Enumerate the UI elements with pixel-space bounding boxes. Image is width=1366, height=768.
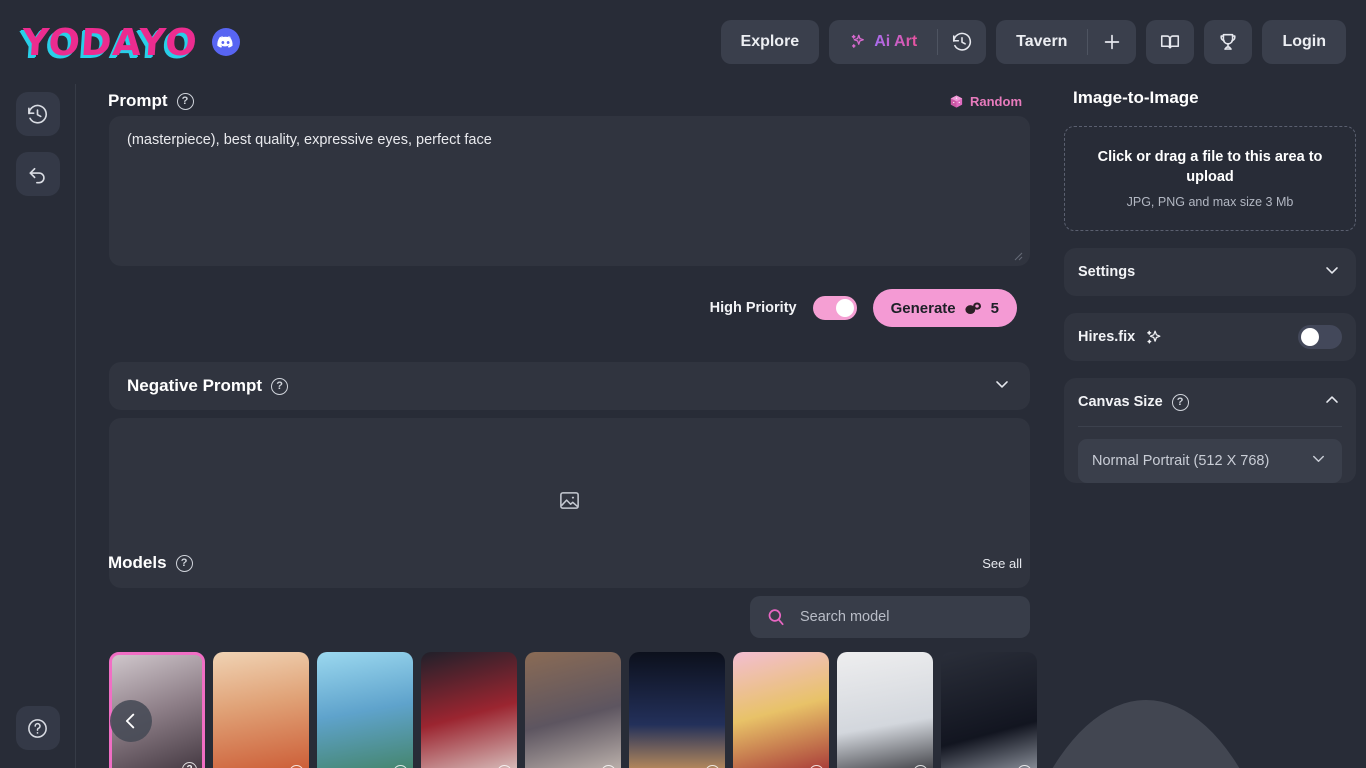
- negative-prompt-title: Negative Prompt: [127, 376, 263, 395]
- help-circle-icon[interactable]: ?: [176, 92, 194, 110]
- hires-fix-label: Hires.fix: [1078, 329, 1136, 345]
- rail-help-icon[interactable]: [15, 706, 60, 750]
- model-search-box[interactable]: [750, 596, 1030, 638]
- canvas-size-row[interactable]: Canvas Size ?: [1078, 378, 1342, 426]
- resize-grip-icon[interactable]: [1011, 249, 1023, 261]
- hires-fix-panel: Hires.fix: [1064, 313, 1356, 361]
- chevron-down-icon[interactable]: [992, 374, 1012, 399]
- model-info-badge[interactable]: ?: [182, 762, 197, 768]
- image-placeholder-icon: [558, 489, 581, 517]
- prompt-header: Prompt ? Random: [76, 84, 1054, 118]
- trophy-icon[interactable]: [1204, 20, 1253, 64]
- upload-main-label: Click or drag a file to this area to upl…: [1097, 148, 1323, 185]
- chevron-down-icon[interactable]: [1322, 260, 1342, 285]
- search-icon: [766, 607, 786, 627]
- models-header: Models ? See all: [76, 546, 1054, 580]
- model-card[interactable]: ?: [213, 652, 309, 768]
- plus-icon[interactable]: [1088, 20, 1136, 64]
- model-card[interactable]: ?: [421, 652, 517, 768]
- rail-history-icon[interactable]: [15, 92, 60, 136]
- explore-button[interactable]: Explore: [720, 20, 820, 64]
- models-carousel[interactable]: ? ? ? ? ? ? ? ? ?: [109, 652, 1054, 768]
- negative-prompt-section[interactable]: Negative Prompt ?: [109, 362, 1030, 410]
- divider: [1078, 426, 1342, 427]
- header-nav: Explore Ai Art Tavern Login: [720, 20, 1346, 64]
- model-card[interactable]: ?: [525, 652, 621, 768]
- prompt-value: (masterpiece), best quality, expressive …: [127, 132, 492, 148]
- canvas-size-label: Canvas Size: [1078, 394, 1163, 410]
- history-icon[interactable]: [938, 20, 986, 64]
- token-coins-icon: [964, 300, 983, 316]
- ai-art-group: Ai Art: [829, 20, 987, 64]
- sparkles-icon: [849, 33, 867, 51]
- chevron-up-icon[interactable]: [1322, 390, 1342, 415]
- sparkles-icon: [1144, 328, 1163, 347]
- ai-art-page: YODAYO Explore Ai Art Tavern Login Promp…: [0, 0, 1366, 768]
- high-priority-toggle[interactable]: [812, 296, 857, 320]
- generate-label: Generate: [890, 299, 956, 317]
- upload-dropzone[interactable]: Click or drag a file to this area to upl…: [1064, 126, 1356, 231]
- login-button[interactable]: Login: [1262, 20, 1346, 64]
- see-all-link[interactable]: See all: [982, 556, 1022, 571]
- model-card[interactable]: ?: [317, 652, 413, 768]
- canvas-size-panel: Canvas Size ? Normal Portrait (512 X 768…: [1064, 378, 1356, 483]
- help-circle-icon[interactable]: ?: [175, 554, 193, 572]
- model-card[interactable]: ?: [941, 652, 1037, 768]
- high-priority-label: High Priority: [709, 300, 797, 316]
- brand-logo[interactable]: YODAYO: [20, 20, 240, 64]
- upload-sub-label: JPG, PNG and max size 3 Mb: [1126, 195, 1294, 210]
- main-column: Prompt ? Random (masterpiece), best qual…: [76, 84, 1302, 768]
- book-icon[interactable]: [1146, 20, 1195, 64]
- left-rail: [0, 84, 76, 768]
- carousel-prev-button[interactable]: [110, 700, 152, 742]
- canvas-size-select[interactable]: Normal Portrait (512 X 768): [1078, 439, 1342, 483]
- tavern-button[interactable]: Tavern: [996, 20, 1087, 64]
- model-card[interactable]: ?: [837, 652, 933, 768]
- hires-fix-toggle[interactable]: [1298, 325, 1342, 349]
- tavern-group: Tavern: [996, 20, 1137, 64]
- right-panel: Image-to-Image Click or drag a file to t…: [1054, 84, 1366, 768]
- generate-cost: 5: [990, 299, 999, 317]
- random-prompt-button[interactable]: Random: [949, 94, 1022, 109]
- prompt-title: Prompt: [108, 91, 168, 110]
- image-to-image-title: Image-to-Image: [1073, 88, 1199, 107]
- model-card[interactable]: ?: [733, 652, 829, 768]
- prompt-textarea[interactable]: (masterpiece), best quality, expressive …: [109, 116, 1030, 266]
- generate-button[interactable]: Generate 5: [872, 289, 1017, 327]
- settings-label: Settings: [1078, 264, 1136, 280]
- toggle-knob: [835, 299, 854, 317]
- chevron-down-icon[interactable]: [1309, 449, 1328, 473]
- logo-text: YODAYO: [20, 20, 200, 64]
- app-header: YODAYO Explore Ai Art Tavern Login: [0, 0, 1366, 84]
- ai-art-button[interactable]: Ai Art: [829, 20, 937, 64]
- help-circle-icon[interactable]: ?: [1171, 393, 1189, 411]
- rail-undo-icon[interactable]: [15, 152, 60, 196]
- settings-row[interactable]: Settings: [1078, 248, 1342, 296]
- dice-icon: [949, 94, 964, 109]
- hires-fix-row[interactable]: Hires.fix: [1078, 313, 1342, 361]
- discord-icon[interactable]: [211, 28, 240, 56]
- help-circle-icon[interactable]: ?: [271, 377, 289, 395]
- settings-panel: Settings: [1064, 248, 1356, 296]
- search-input[interactable]: [800, 609, 1000, 625]
- model-card[interactable]: ?: [629, 652, 725, 768]
- toggle-knob: [1301, 328, 1319, 346]
- canvas-size-value: Normal Portrait (512 X 768): [1092, 453, 1270, 469]
- prompt-actions: High Priority Generate 5: [109, 272, 1030, 344]
- ai-art-label: Ai Art: [874, 33, 918, 50]
- models-title: Models: [108, 553, 167, 572]
- random-label: Random: [970, 93, 1022, 109]
